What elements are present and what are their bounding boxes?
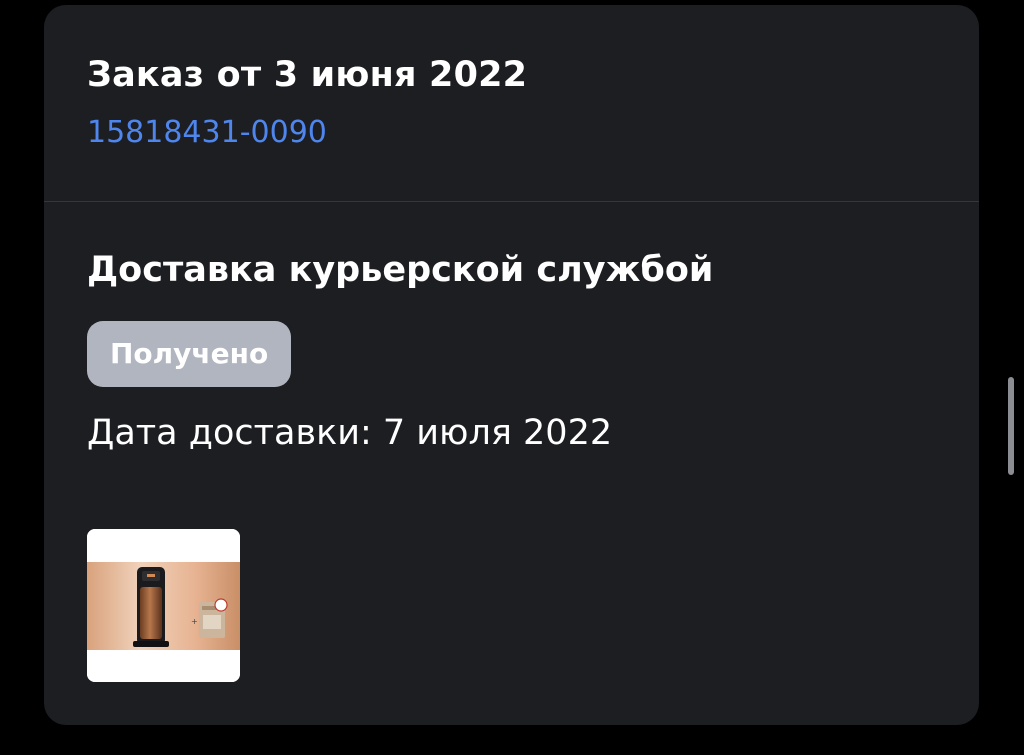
- order-title: Заказ от 3 июня 2022: [87, 55, 528, 95]
- delivery-date: Дата доставки: 7 июля 2022: [87, 413, 613, 453]
- section-divider: [44, 201, 979, 202]
- svg-text:+: +: [191, 617, 198, 626]
- status-badge: Получено: [87, 321, 292, 387]
- order-header: Заказ от 3 июня 2022 15818431-0090: [44, 5, 979, 201]
- scrollbar[interactable]: [1008, 377, 1014, 475]
- order-number-link[interactable]: 15818431-0090: [87, 115, 327, 150]
- order-card: Заказ от 3 июня 2022 15818431-0090 Доста…: [44, 5, 979, 725]
- coffee-machine-product-image: +: [87, 529, 240, 682]
- product-thumbnail[interactable]: +: [87, 529, 240, 682]
- delivery-method-title: Доставка курьерской службой: [87, 250, 714, 290]
